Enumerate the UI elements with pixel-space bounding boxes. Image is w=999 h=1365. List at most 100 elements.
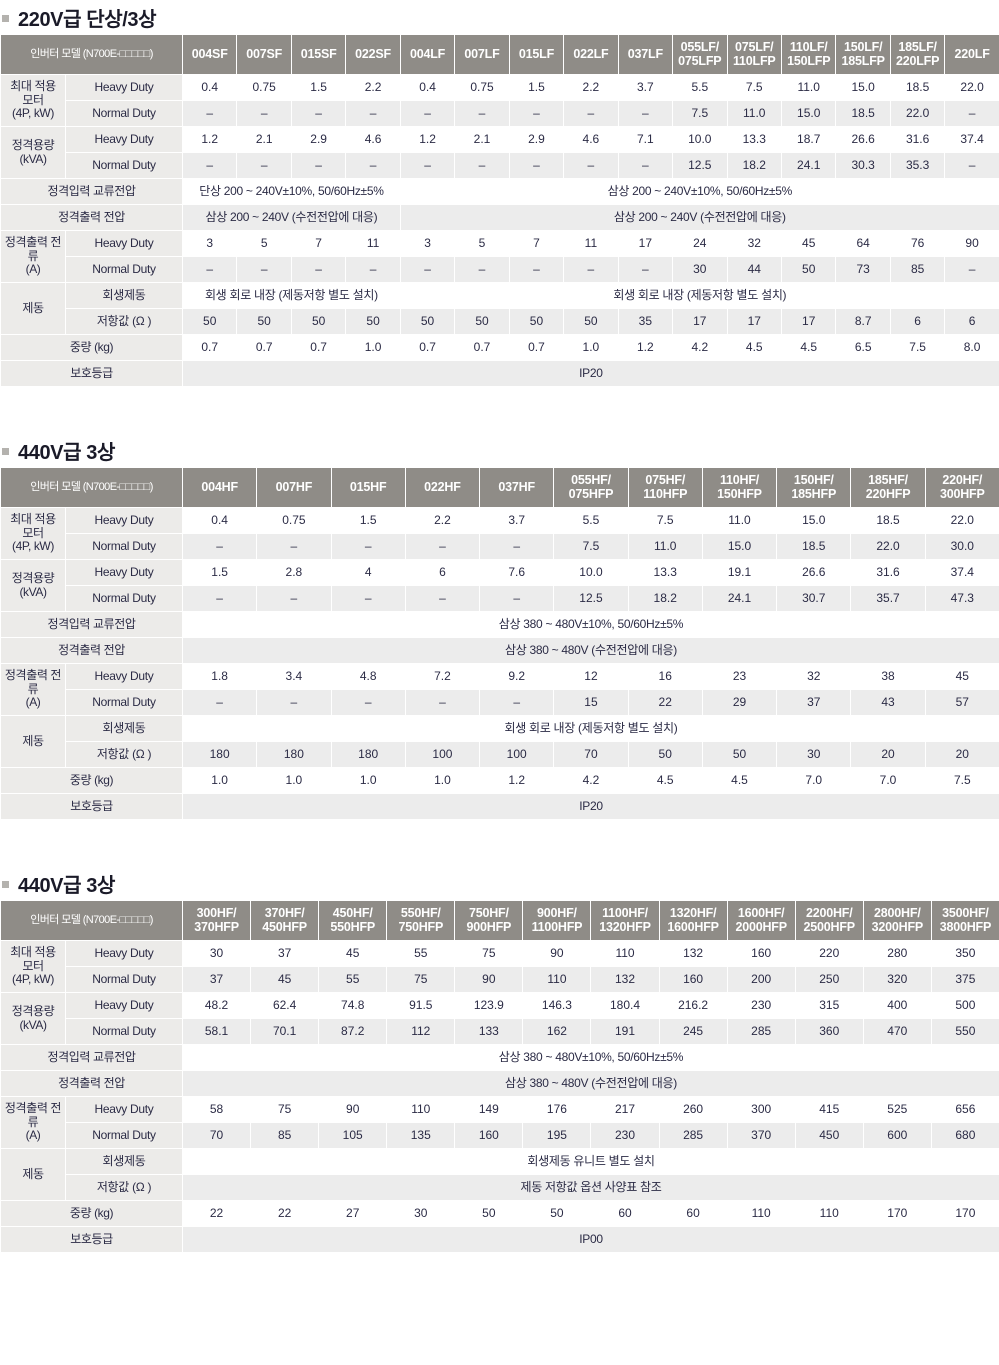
data-cell: 3	[181, 230, 238, 257]
column-header-line2: 220LFP	[895, 53, 940, 68]
data-cell: –	[330, 585, 406, 612]
column-header: 055LF/075LFP	[672, 34, 728, 75]
row-label: 정격용량 (kVA)	[0, 126, 66, 179]
table-row: 중량 (kg) 22 22 27 30 50 50 60 60 110 110 170 170	[0, 1200, 999, 1227]
row-label-line2: (kVA)	[19, 584, 47, 599]
bullet-icon	[2, 881, 9, 888]
spec-table: 인버터 모델 (N700E-□□□□□) 004SF 007SF 015SF 022SF…	[0, 34, 999, 387]
data-cell: –	[563, 152, 619, 179]
row-label: 중량 (kg)	[0, 1200, 183, 1227]
data-cell: 12	[553, 663, 629, 690]
column-header: 004SF	[181, 34, 238, 75]
table-row: Normal Duty – – – – –15 22 29 37 43 57	[1, 689, 999, 716]
data-cell: 17	[726, 308, 782, 335]
data-cell: 8.0	[944, 334, 999, 361]
table-row: 정격출력 전압 삼상 380 ~ 480V (수전전압에 대응)	[0, 637, 999, 664]
data-cell: 18.5	[776, 533, 852, 560]
data-cell: 44	[726, 256, 782, 283]
row-sublabel: Heavy Duty	[65, 1096, 183, 1123]
column-header-line2: 185LFP	[841, 53, 885, 68]
data-cell: 110	[590, 940, 660, 967]
data-cell: 6.5	[835, 334, 891, 361]
data-cell: 160	[726, 940, 796, 967]
data-cell: –	[479, 533, 555, 560]
data-cell: 70.1	[250, 1018, 320, 1045]
merged-cell: 삼상 380 ~ 480V (수전전압에 대응)	[182, 1070, 999, 1097]
row-label-line2: (A)	[25, 1128, 41, 1143]
data-cell: 20	[924, 741, 999, 768]
column-header: 015LF	[508, 34, 565, 75]
data-cell: 35.7	[850, 585, 926, 612]
row-label: 최대 적용 모터 (4P, kW)	[0, 74, 66, 127]
data-cell: 600	[862, 1122, 932, 1149]
data-cell: 7.5	[889, 334, 946, 361]
data-cell: 75	[250, 1096, 320, 1123]
data-cell: 300	[726, 1096, 796, 1123]
column-header-line2: 750HFP	[398, 919, 444, 934]
row-label-line1: 최대 적용 모터	[10, 945, 56, 973]
data-cell: 22.0	[889, 100, 946, 127]
row-label-line1: 최대 적용 모터	[10, 79, 56, 107]
data-cell: 20	[850, 741, 926, 768]
data-cell: –	[508, 152, 565, 179]
data-cell: 55	[386, 940, 456, 967]
data-cell: 58.1	[181, 1018, 252, 1045]
column-header-line1: 370HF/	[264, 906, 305, 920]
row-label-line2: (A)	[25, 262, 41, 277]
column-header: 055HF/075HFP	[553, 467, 629, 508]
data-cell: 50	[508, 308, 565, 335]
data-cell: –	[256, 689, 332, 716]
column-header-line2: 550HFP	[330, 919, 376, 934]
data-cell: 2.2	[345, 74, 401, 101]
data-cell: 450	[794, 1122, 864, 1149]
data-cell: 1.2	[617, 334, 674, 361]
data-cell: –	[454, 256, 510, 283]
column-header-line2: 110LFP	[732, 53, 776, 68]
data-cell: 285	[658, 1122, 728, 1149]
data-cell: 11	[563, 230, 619, 257]
data-cell: 76	[889, 230, 946, 257]
column-header: 037HF	[479, 467, 555, 508]
data-cell: –	[454, 100, 510, 127]
merged-cell: 단상 200 ~ 240V±10%, 50/60Hz±5%	[182, 178, 401, 205]
data-cell: 12.5	[553, 585, 629, 612]
data-cell: 4.8	[330, 663, 406, 690]
data-cell: 1.2	[181, 126, 238, 153]
column-header-line2: 150HFP	[717, 486, 762, 501]
data-cell: 4.6	[563, 126, 619, 153]
data-cell: 22	[181, 1200, 252, 1227]
data-cell: 149	[454, 1096, 524, 1123]
column-header-line2: 185HFP	[791, 486, 837, 501]
data-cell: 280	[862, 940, 932, 967]
row-sublabel: Normal Duty	[65, 689, 183, 716]
data-cell: –	[563, 100, 619, 127]
merged-cell: 삼상 200 ~ 240V±10%, 50/60Hz±5%	[399, 178, 999, 205]
data-cell: 1.0	[404, 767, 481, 794]
data-cell: 5.5	[672, 74, 728, 101]
data-cell: –	[330, 689, 406, 716]
column-header: 004HF	[181, 467, 258, 508]
row-sublabel: Heavy Duty	[65, 74, 183, 101]
data-cell: 4.2	[672, 334, 728, 361]
table-row: 제동 회생제동 회생제동 유니트 별도 설치	[0, 1148, 999, 1201]
data-cell: –	[290, 152, 347, 179]
data-cell: 22.0	[924, 507, 999, 534]
data-cell: 15.0	[701, 533, 778, 560]
data-cell: 3.7	[479, 507, 555, 534]
row-sublabel: 저항값 (Ω )	[65, 741, 183, 768]
row-label-line2: (4P, kW)	[12, 539, 54, 554]
data-cell: –	[330, 533, 406, 560]
data-cell: –	[617, 256, 674, 283]
row-sublabel: 회생제동	[65, 1148, 183, 1175]
column-header-line1: 007LF	[464, 46, 500, 61]
column-header: 110HF/150HFP	[701, 467, 778, 508]
data-cell: 7.1	[617, 126, 674, 153]
data-cell: 50	[454, 1200, 524, 1227]
section-heading: 440V급 3상	[0, 866, 999, 900]
data-cell: 110	[522, 966, 592, 993]
data-cell: 30	[776, 741, 852, 768]
column-header-line1: 185HF/	[868, 473, 908, 487]
column-header-line1: 037HF	[498, 479, 535, 494]
data-cell: 85	[250, 1122, 320, 1149]
data-cell: –	[181, 100, 238, 127]
